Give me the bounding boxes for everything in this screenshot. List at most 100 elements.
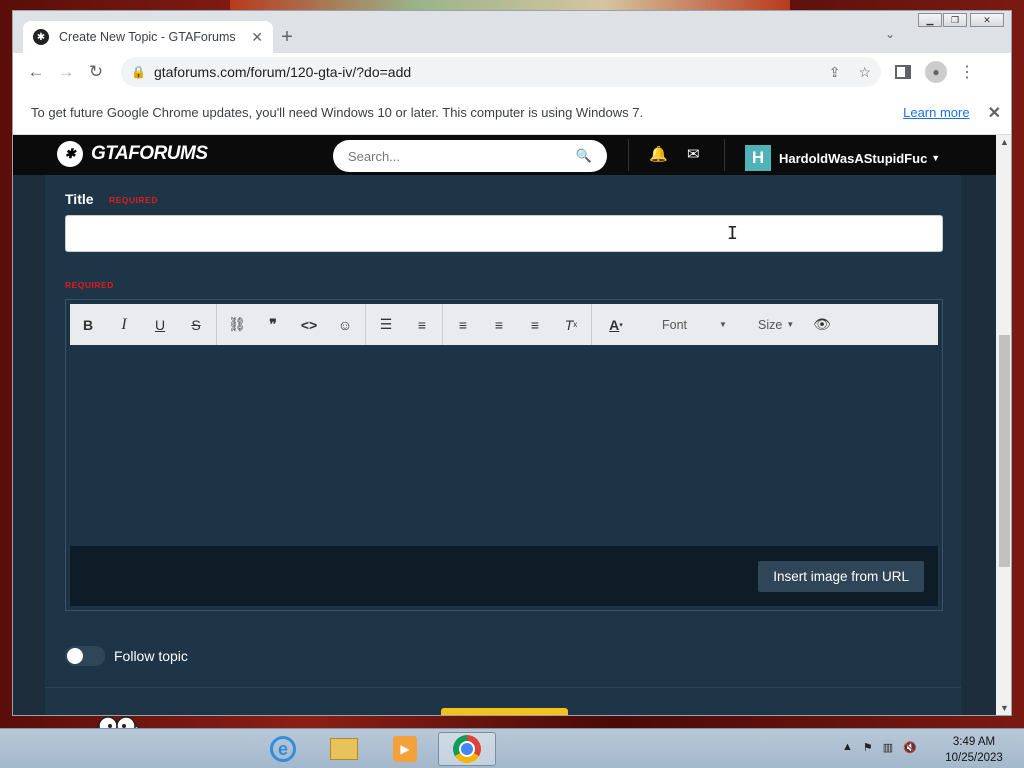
tab-create-topic[interactable]: ✱ Create New Topic - GTAForums ✕	[23, 21, 273, 53]
user-avatar: H	[745, 145, 771, 171]
italic-icon[interactable]: I	[106, 304, 142, 345]
tab-strip: ✱ Create New Topic - GTAForums ✕ + ⌄ ▁ ❐…	[13, 11, 1011, 53]
chrome-taskbar-icon[interactable]	[438, 732, 496, 766]
taskbar-clock[interactable]: 3:49 AM 10/25/2023	[936, 734, 1012, 766]
clock-time: 3:49 AM	[952, 736, 996, 748]
browser-toolbar: ← → ↻ 🔒 gtaforums.com/forum/120-gta-iv/?…	[13, 53, 1011, 91]
align-center-icon[interactable]: ≡	[481, 304, 517, 345]
caret-down-icon: ▼	[719, 320, 727, 329]
windows-taskbar: e ▶ ▲ ⚑ ▥ 🔇 3:49 AM 10/25/2023	[0, 728, 1024, 768]
align-left-icon[interactable]: ≡	[445, 304, 481, 345]
font-color-icon[interactable]: A ▾	[594, 304, 638, 345]
editor-toolbar: B I U S ⛓ ❞ <> ☺ ☰ ≡ ≡ ≡ ≡ Tx A ▾ Font ▼…	[70, 304, 938, 345]
network-icon[interactable]: ▥	[883, 741, 893, 754]
search-icon[interactable]: 🔍	[576, 148, 592, 164]
tray-expand-icon[interactable]: ▲	[842, 741, 853, 754]
user-menu[interactable]: H HardoldWasAStupidFuc ▼	[745, 145, 940, 171]
size-dropdown-label: Size	[758, 317, 783, 332]
share-icon[interactable]: ⇪	[829, 64, 841, 81]
link-icon[interactable]: ⛓	[219, 304, 255, 345]
rich-text-editor: B I U S ⛓ ❞ <> ☺ ☰ ≡ ≡ ≡ ≡ Tx A ▾ Font ▼…	[65, 299, 943, 611]
editor-footer: Insert image from URL	[70, 546, 938, 606]
size-dropdown[interactable]: Size ▼	[728, 304, 796, 345]
insert-image-url-button[interactable]: Insert image from URL	[758, 561, 924, 592]
tab-title: Create New Topic - GTAForums	[59, 30, 236, 44]
search-box[interactable]: Search... 🔍	[333, 140, 607, 172]
title-label: Title	[65, 191, 94, 207]
gtaforums-logo[interactable]: ✱ GTAFORUMS	[57, 141, 208, 167]
form-divider	[45, 687, 961, 688]
align-right-icon[interactable]: ≡	[517, 304, 553, 345]
update-infobar: To get future Google Chrome updates, you…	[13, 91, 1011, 135]
header-divider	[628, 139, 629, 171]
bookmark-star-icon[interactable]: ☆	[858, 64, 871, 81]
learn-more-link[interactable]: Learn more	[903, 105, 969, 120]
numbered-list-icon[interactable]: ≡	[404, 304, 440, 345]
title-required-badge: REQUIRED	[109, 195, 158, 205]
messages-envelope-icon[interactable]: ✉	[687, 145, 700, 163]
scroll-down-arrow-icon[interactable]: ▼	[1000, 703, 1009, 713]
bulleted-list-icon[interactable]: ☰	[368, 304, 404, 345]
username: HardoldWasAStupidFuc	[779, 150, 928, 166]
infobar-message: To get future Google Chrome updates, you…	[31, 105, 644, 120]
bold-icon[interactable]: B	[70, 304, 106, 345]
side-panel-icon[interactable]	[895, 65, 911, 79]
tab-close-icon[interactable]: ✕	[251, 29, 263, 46]
notifications-bell-icon[interactable]: 🔔	[649, 145, 668, 163]
page-scrollbar[interactable]: ▲ ▼	[996, 135, 1011, 715]
file-explorer-icon[interactable]	[315, 732, 373, 766]
font-dropdown[interactable]: Font ▼	[638, 304, 728, 345]
follow-topic-label: Follow topic	[114, 648, 188, 664]
chrome-menu-icon[interactable]: ⋮	[959, 62, 975, 82]
site-header: ✱ GTAFORUMS Search... 🔍 🔔 ✉ H HardoldWas…	[13, 135, 996, 175]
content-required-badge: REQUIRED	[65, 280, 114, 290]
preview-eye-icon[interactable]: 👁	[804, 304, 840, 345]
title-input[interactable]	[65, 215, 943, 252]
volume-muted-icon[interactable]: 🔇	[903, 741, 917, 754]
browser-window: ✱ Create New Topic - GTAForums ✕ + ⌄ ▁ ❐…	[12, 10, 1012, 716]
search-input[interactable]: Search...	[348, 149, 576, 164]
gtaforums-favicon-icon: ✱	[33, 29, 49, 45]
back-button[interactable]: ←	[21, 57, 51, 87]
editor-content-area[interactable]	[66, 345, 942, 545]
page-content: Title REQUIRED I REQUIRED B I U S ⛓ ❞ <>…	[13, 135, 996, 715]
forward-button[interactable]: →	[51, 57, 81, 87]
toolbar-divider	[365, 304, 366, 345]
clear-formatting-icon[interactable]: Tx	[553, 304, 589, 345]
toggle-knob	[67, 648, 83, 664]
minimize-button[interactable]: ▁	[918, 13, 942, 27]
new-tab-button[interactable]: +	[275, 25, 299, 49]
url-text[interactable]: gtaforums.com/forum/120-gta-iv/?do=add	[154, 64, 811, 80]
system-tray: ▲ ⚑ ▥ 🔇	[842, 741, 917, 754]
caret-down-icon: ▼	[931, 153, 941, 163]
toolbar-divider	[216, 304, 217, 345]
reload-button[interactable]: ↻	[81, 57, 111, 87]
clock-date: 10/25/2023	[945, 752, 1003, 764]
toolbar-divider	[442, 304, 443, 345]
underline-icon[interactable]: U	[142, 304, 178, 345]
media-player-icon[interactable]: ▶	[376, 732, 434, 766]
quote-icon[interactable]: ❞	[255, 304, 291, 345]
scrollbar-thumb[interactable]	[999, 335, 1010, 567]
submit-button[interactable]	[441, 708, 568, 715]
address-bar[interactable]: 🔒 gtaforums.com/forum/120-gta-iv/?do=add…	[121, 57, 881, 87]
window-close-button[interactable]: ✕	[970, 13, 1004, 27]
header-divider	[724, 139, 725, 171]
internet-explorer-icon[interactable]: e	[254, 732, 312, 766]
toolbar-divider	[591, 304, 592, 345]
action-center-flag-icon[interactable]: ⚑	[863, 741, 873, 754]
code-icon[interactable]: <>	[291, 304, 327, 345]
infobar-close-icon[interactable]: ✕	[988, 103, 1001, 123]
lock-icon[interactable]: 🔒	[131, 65, 146, 79]
emoji-icon[interactable]: ☺	[327, 304, 363, 345]
font-dropdown-label: Font	[662, 317, 688, 332]
text-cursor-icon: I	[727, 223, 738, 244]
strikethrough-icon[interactable]: S	[178, 304, 214, 345]
follow-topic-toggle[interactable]	[65, 646, 105, 666]
caret-down-icon: ▼	[786, 320, 795, 329]
profile-avatar-icon[interactable]: ●	[925, 61, 947, 83]
logo-mark-icon: ✱	[57, 141, 83, 167]
tab-search-chevron-icon[interactable]: ⌄	[885, 27, 895, 41]
scroll-up-arrow-icon[interactable]: ▲	[1000, 137, 1009, 147]
maximize-button[interactable]: ❐	[943, 13, 967, 27]
